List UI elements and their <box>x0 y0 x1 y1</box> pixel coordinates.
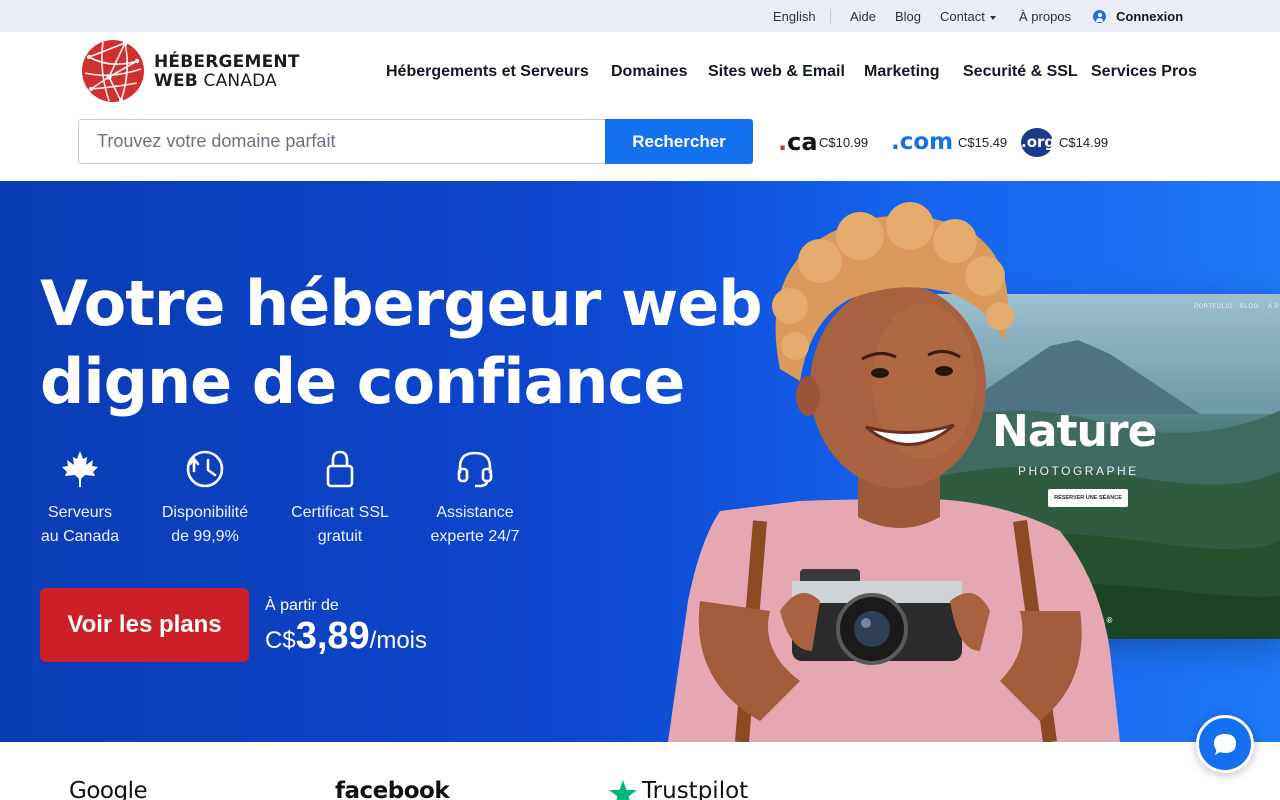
nav-pro-services[interactable]: Services Pros <box>1091 63 1197 81</box>
live-chat-button[interactable] <box>1196 715 1254 773</box>
hero-title-line1: Votre hébergeur web <box>40 267 763 340</box>
feature-support-label: Assistance experte 24/7 <box>415 501 535 549</box>
language-switch[interactable]: English <box>773 9 816 24</box>
chat-bubble-icon <box>1214 734 1236 755</box>
feature-ssl-line1: Certificat SSL <box>291 504 389 521</box>
top-utility-bar: English Aide Blog Contact À propos Conne… <box>0 0 1280 32</box>
login-link[interactable]: Connexion <box>1116 9 1183 24</box>
feature-support-line2: experte 24/7 <box>430 528 520 545</box>
feature-uptime-label: Disponibilité de 99,9% <box>145 501 265 549</box>
nav-marketing[interactable]: Marketing <box>864 63 940 81</box>
lock-icon <box>326 450 354 488</box>
mockup-nav-about: À P <box>1268 304 1280 310</box>
logo-word-web: WEB <box>154 71 198 91</box>
price-from-label: À partir de <box>265 597 339 614</box>
tld-com[interactable]: .com C$15.49 <box>891 126 1011 158</box>
hero-title: Votre hébergeur web digne de confiance <box>40 265 763 421</box>
mockup-nav-portfolio: PORTFOLIO <box>1194 304 1234 310</box>
mockup-reserve-button: RÉSERVER UNE SÉANCE <box>1048 489 1128 507</box>
contact-label: Contact <box>940 9 985 24</box>
hero-section: PORTFOLIO BLOG À P Nature PHOTOGRAPHE RÉ… <box>0 181 1280 742</box>
uptime-clock-icon <box>186 450 224 488</box>
tld-ca[interactable]: .ca C$10.99 <box>778 126 873 158</box>
nav-security-ssl[interactable]: Securité & SSL <box>963 63 1078 81</box>
domain-search-input[interactable] <box>78 119 606 164</box>
maple-leaf-icon <box>62 451 98 487</box>
tld-org-price: C$14.99 <box>1059 135 1109 150</box>
trustpilot-star-icon <box>609 780 637 800</box>
feature-ssl-line2: gratuit <box>317 528 363 545</box>
tld-ca-price: C$10.99 <box>819 135 869 150</box>
price-value: 3,89 <box>295 615 370 657</box>
tld-com-price: C$15.49 <box>958 135 1008 150</box>
view-plans-button[interactable]: Voir les plans <box>40 588 249 662</box>
feature-canada-line1: Serveurs <box>47 504 113 521</box>
feature-canada-label: Serveurs au Canada <box>40 501 120 549</box>
mockup-title: Nature <box>992 406 1157 457</box>
tld-ca-ext: .ca <box>778 128 818 156</box>
facebook-review-logo[interactable]: facebook <box>335 778 450 800</box>
website-mockup-image: PORTFOLIO BLOG À P Nature PHOTOGRAPHE RÉ… <box>910 294 1280 639</box>
mockup-nav-blog: BLOG <box>1240 304 1259 310</box>
search-button[interactable]: Rechercher <box>605 119 753 164</box>
topbar-divider <box>830 9 831 24</box>
feature-uptime-line2: de 99,9% <box>171 528 239 545</box>
help-link[interactable]: Aide <box>850 9 876 24</box>
feature-canada-line2: au Canada <box>40 528 120 545</box>
price-currency: C$ <box>265 627 296 654</box>
user-circle-icon <box>1093 10 1106 23</box>
logo-globe-icon[interactable] <box>81 39 145 103</box>
contact-dropdown[interactable]: Contact <box>940 9 996 24</box>
caret-down-icon <box>989 15 996 20</box>
logo-wordmark[interactable]: HÉBERGEMENT WEB CANADA <box>154 53 300 91</box>
google-review-logo[interactable]: Google <box>69 778 148 800</box>
logo-line1: HÉBERGEMENT <box>154 52 300 72</box>
nav-domains[interactable]: Domaines <box>611 63 687 81</box>
price-period: /mois <box>369 627 427 654</box>
mockup-subtitle: PHOTOGRAPHE <box>1018 464 1139 478</box>
feature-ssl-label: Certificat SSL gratuit <box>280 501 400 549</box>
headset-icon <box>457 451 493 488</box>
logo-line2: WEB CANADA <box>154 72 300 91</box>
feature-uptime-line1: Disponibilité <box>161 504 249 521</box>
logo-word-canada: CANADA <box>203 71 277 91</box>
nav-hosting-servers[interactable]: Hébergements et Serveurs <box>386 63 589 81</box>
starting-price: C$3,89/mois <box>265 615 427 658</box>
mockup-behance-mark: Bē ® <box>1094 616 1113 625</box>
blog-link[interactable]: Blog <box>895 9 921 24</box>
nav-websites-email[interactable]: Sites web & Email <box>708 63 845 81</box>
hero-title-line2: digne de confiance <box>40 345 685 418</box>
trustpilot-review-logo[interactable]: Trustpilot <box>642 778 748 800</box>
feature-support-line1: Assistance <box>436 504 514 521</box>
about-link[interactable]: À propos <box>1019 9 1071 24</box>
tld-org[interactable]: .org C$14.99 <box>1021 126 1111 158</box>
tld-org-ext: .org <box>1021 128 1055 157</box>
tld-com-ext: .com <box>891 129 954 155</box>
